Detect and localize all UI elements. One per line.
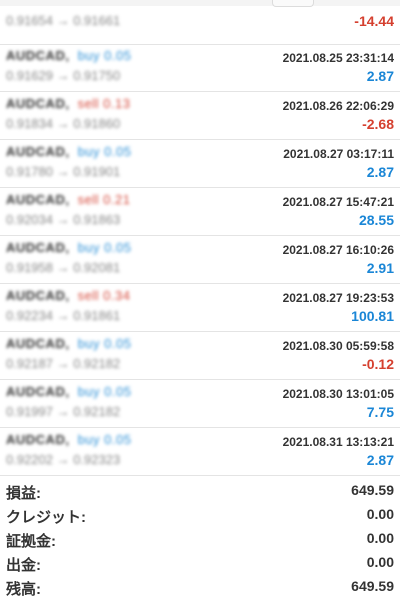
deal-symbol: AUDCAD, buy 0.05 [6,48,131,63]
deal-profit: -2.68 [362,116,394,132]
deal-prices: 0.91654 → 0.91661 [6,13,121,28]
deal-type: buy 0.05 [77,48,132,63]
deal-symbol: AUDCAD, buy 0.05 [6,384,131,399]
deal-time: 2021.08.26 22:06:29 [282,99,394,113]
summary-label: 出金: [6,557,41,574]
deal-prices: 0.92234 → 0.91861 [6,308,121,323]
deal-row[interactable]: AUDCAD, buy 0.05 0.91958 → 0.92081 2021.… [0,236,400,284]
top-toolbar-edge [0,0,400,6]
deal-type: buy 0.05 [77,384,132,399]
deal-time: 2021.08.27 03:17:11 [283,147,394,161]
deal-row[interactable]: AUDCAD, sell 0.21 0.92034 → 0.91863 2021… [0,188,400,236]
deal-type: buy 0.05 [77,144,132,159]
deal-symbol-name: AUDCAD, [6,240,74,255]
deal-prices: 0.92034 → 0.91863 [6,212,121,227]
deal-symbol: AUDCAD, buy 0.05 [6,144,131,159]
summary-value: 649.59 [351,578,394,594]
deal-prices: 0.91958 → 0.92081 [6,260,121,275]
top-tab-edge[interactable] [272,0,314,7]
deal-time: 2021.08.27 19:23:53 [282,291,394,305]
deal-profit: 100.81 [351,308,394,324]
deal-time: 2021.08.27 16:10:26 [282,243,394,257]
deal-time: 2021.08.30 05:59:58 [282,339,394,353]
deal-prices: 0.92202 → 0.92323 [6,452,121,467]
deal-row[interactable]: AUDCAD, buy 0.05 0.92202 → 0.92323 2021.… [0,428,400,476]
deal-type: sell 0.34 [77,288,131,303]
summary-label: 証拠金: [6,533,56,550]
deal-row[interactable]: AUDCAD, sell 0.34 0.92234 → 0.91861 2021… [0,284,400,332]
deal-symbol-name: AUDCAD, [6,384,74,399]
deal-row[interactable]: AUDCAD, buy 0.05 0.91780 → 0.91901 2021.… [0,140,400,188]
summary-row-profit: 損益: 649.59 [0,479,400,503]
deal-symbol-name: AUDCAD, [6,192,74,207]
deal-type: sell 0.13 [77,96,131,111]
summary-value: 649.59 [351,482,394,498]
deal-symbol: AUDCAD, buy 0.05 [6,240,131,255]
deal-time: 2021.08.30 13:01:05 [282,387,394,401]
deal-time: 2021.08.25 23:31:14 [282,51,394,65]
summary-row-margin: 証拠金: 0.00 [0,527,400,551]
summary-value: 0.00 [366,554,394,570]
deal-symbol: AUDCAD, sell 0.21 [6,192,130,207]
deal-symbol: AUDCAD, sell 0.34 [6,288,130,303]
deal-profit: 2.87 [366,452,394,468]
deal-type: buy 0.05 [77,336,132,351]
deal-prices: 0.91780 → 0.91901 [6,164,121,179]
account-summary: 損益: 649.59 クレジット: 0.00 証拠金: 0.00 出金: 0.0… [0,479,400,599]
deal-profit: 2.87 [366,68,394,84]
deal-history-screen: 0.91654 → 0.91661 -14.44 AUDCAD, buy 0.0… [0,0,400,600]
summary-label: クレジット: [6,509,86,526]
deal-profit: 2.91 [366,260,394,276]
summary-row-balance: 残高: 649.59 [0,575,400,599]
deal-profit: 28.55 [358,212,394,228]
deal-prices: 0.91629 → 0.91750 [6,68,121,83]
deal-symbol-name: AUDCAD, [6,432,74,447]
deal-prices: 0.91997 → 0.92182 [6,404,121,419]
summary-value: 0.00 [366,530,394,546]
summary-value: 0.00 [366,506,394,522]
deal-profit: 2.87 [366,164,394,180]
deal-prices: 0.91834 → 0.91860 [6,116,121,131]
deal-row[interactable]: AUDCAD, sell 0.13 0.91834 → 0.91860 2021… [0,92,400,140]
summary-row-withdrawal: 出金: 0.00 [0,551,400,575]
deal-symbol-name: AUDCAD, [6,48,74,63]
deal-type: sell 0.21 [77,192,131,207]
deal-symbol-name: AUDCAD, [6,144,74,159]
deal-row[interactable]: AUDCAD, buy 0.05 0.92187 → 0.92182 2021.… [0,332,400,380]
deal-row[interactable]: AUDCAD, buy 0.05 0.91997 → 0.92182 2021.… [0,380,400,428]
deal-prices: 0.92187 → 0.92182 [6,356,121,371]
deal-row-partial[interactable]: 0.91654 → 0.91661 -14.44 [0,0,400,45]
deal-time: 2021.08.31 13:13:21 [282,435,394,449]
deal-type: buy 0.05 [77,432,132,447]
summary-row-credit: クレジット: 0.00 [0,503,400,527]
summary-label: 残高: [6,581,41,598]
deal-symbol: AUDCAD, buy 0.05 [6,336,131,351]
deal-symbol-name: AUDCAD, [6,336,74,351]
deal-symbol-name: AUDCAD, [6,96,74,111]
deal-symbol: AUDCAD, sell 0.13 [6,96,130,111]
summary-label: 損益: [6,485,41,502]
deal-type: buy 0.05 [77,240,132,255]
deal-symbol: AUDCAD, buy 0.05 [6,432,131,447]
deal-profit: -14.44 [354,13,394,29]
deal-row[interactable]: AUDCAD, buy 0.05 0.91629 → 0.91750 2021.… [0,44,400,92]
deal-symbol-name: AUDCAD, [6,288,74,303]
deal-time: 2021.08.27 15:47:21 [282,195,394,209]
deal-profit: -0.12 [362,356,394,372]
deal-profit: 7.75 [366,404,394,420]
